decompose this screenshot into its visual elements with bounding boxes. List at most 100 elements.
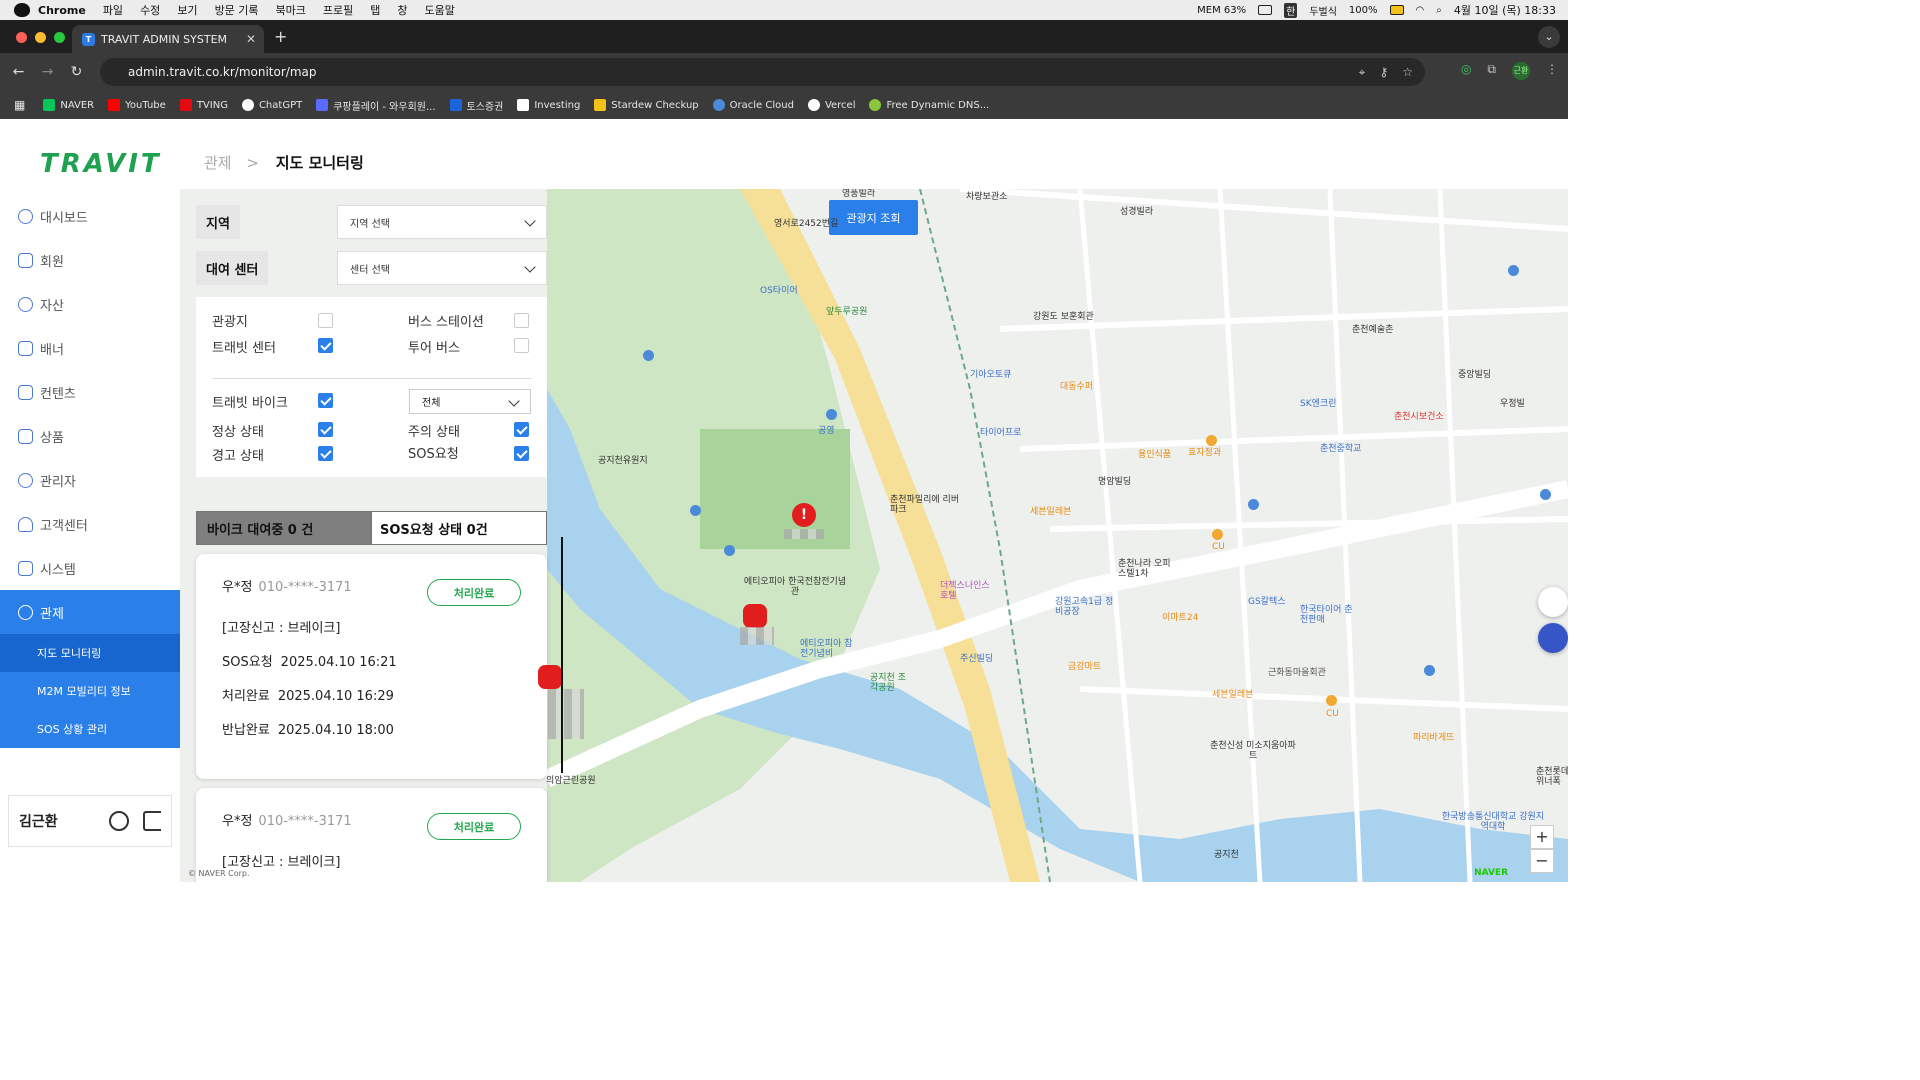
parking-pin-icon[interactable] bbox=[1508, 265, 1519, 276]
browser-tab[interactable]: T TRAVIT ADMIN SYSTEM ✕ bbox=[72, 25, 264, 53]
menu-help[interactable]: 도움말 bbox=[425, 2, 455, 18]
bookmark-toss[interactable]: 토스증권 bbox=[449, 98, 503, 113]
sidebar-item-admins[interactable]: 관리자 bbox=[0, 458, 180, 502]
checkbox-normal[interactable] bbox=[318, 422, 333, 437]
checkbox-travit-center[interactable] bbox=[318, 338, 333, 353]
checkbox-sos[interactable] bbox=[514, 446, 529, 461]
sidebar-item-control[interactable]: 관제 bbox=[0, 590, 180, 634]
sidebar-item-system[interactable]: 시스템 bbox=[0, 546, 180, 590]
menu-view[interactable]: 보기 bbox=[177, 2, 197, 18]
center-select[interactable]: 센터 선택 bbox=[337, 251, 547, 285]
zoom-in-button[interactable]: + bbox=[1530, 825, 1554, 849]
breadcrumb-parent[interactable]: 관제 bbox=[204, 154, 232, 172]
menu-file[interactable]: 파일 bbox=[103, 2, 123, 18]
store-pin-icon[interactable] bbox=[1326, 695, 1337, 706]
menu-edit[interactable]: 수정 bbox=[140, 2, 160, 18]
tourist-search-button[interactable]: 관광지 조회 bbox=[829, 200, 918, 235]
url-text[interactable]: admin.travit.co.kr/monitor/map bbox=[128, 65, 316, 79]
tab-close-icon[interactable]: ✕ bbox=[246, 32, 256, 46]
submenu-sos-management[interactable]: SOS 상황 관리 bbox=[0, 710, 180, 748]
bookmark-stardew[interactable]: Stardew Checkup bbox=[594, 99, 699, 111]
puzzle-icon[interactable]: ⧉ bbox=[1487, 62, 1496, 80]
location-icon[interactable]: ⌖ bbox=[1359, 65, 1366, 80]
address-bar[interactable]: admin.travit.co.kr/monitor/map ⌖ ⚷ ☆ bbox=[100, 58, 1425, 86]
sidebar-item-banners[interactable]: 배너 bbox=[0, 326, 180, 370]
reload-icon[interactable]: ↻ bbox=[62, 64, 91, 80]
menu-window[interactable]: 창 bbox=[397, 2, 407, 18]
menu-tab[interactable]: 탭 bbox=[370, 2, 380, 18]
bookmark-youtube[interactable]: YouTube bbox=[108, 99, 166, 111]
close-window-icon[interactable] bbox=[16, 32, 27, 43]
tab-search-icon[interactable]: ⌄ bbox=[1538, 26, 1560, 48]
bookmark-star-icon[interactable]: ☆ bbox=[1402, 65, 1413, 80]
extension-icon[interactable]: ◎ bbox=[1461, 62, 1471, 80]
sidebar-item-members[interactable]: 회원 bbox=[0, 238, 180, 282]
parking-pin-icon[interactable] bbox=[826, 409, 837, 420]
parking-pin-icon[interactable] bbox=[724, 545, 735, 556]
bookmark-tving[interactable]: TVING bbox=[179, 99, 228, 111]
minimize-window-icon[interactable] bbox=[35, 32, 46, 43]
window-icon[interactable] bbox=[1258, 5, 1273, 15]
profile-avatar[interactable]: 근환 bbox=[1512, 62, 1530, 80]
parking-pin-icon[interactable] bbox=[1424, 665, 1435, 676]
menu-history[interactable]: 방문 기록 bbox=[215, 2, 259, 18]
gear-icon[interactable] bbox=[109, 811, 129, 831]
chatbot-icon[interactable] bbox=[1538, 623, 1568, 653]
bike-status-select[interactable]: 전체 bbox=[409, 389, 531, 414]
parking-pin-icon[interactable] bbox=[643, 350, 654, 361]
bookmark-vercel[interactable]: Vercel bbox=[807, 99, 855, 111]
new-tab-icon[interactable]: + bbox=[274, 27, 287, 46]
submenu-map-monitoring[interactable]: 지도 모니터링 bbox=[0, 634, 180, 672]
search-icon[interactable]: ⌕ bbox=[1436, 5, 1442, 16]
sidebar-item-contents[interactable]: 컨텐츠 bbox=[0, 370, 180, 414]
map-view[interactable]: 지역 지역 선택 대여 센터 센터 선택 관광지 버스 스테이션 트래빗 센터 … bbox=[180, 189, 1568, 882]
bookmark-investing[interactable]: Investing bbox=[517, 99, 580, 111]
checkbox-bus-station[interactable] bbox=[514, 313, 529, 328]
ime-indicator[interactable]: 한 bbox=[1284, 2, 1298, 18]
mem-indicator[interactable]: MEM 63% bbox=[1197, 5, 1246, 16]
apple-icon[interactable] bbox=[14, 3, 30, 17]
status-done-button[interactable]: 처리완료 bbox=[427, 813, 521, 840]
map-tool-icon[interactable] bbox=[1538, 587, 1568, 617]
zoom-out-button[interactable]: − bbox=[1530, 849, 1554, 873]
bookmark-coupangplay[interactable]: 쿠팡플레이 - 와우회원... bbox=[316, 98, 436, 113]
bookmark-oracle[interactable]: Oracle Cloud bbox=[712, 99, 794, 111]
parking-pin-icon[interactable] bbox=[690, 505, 701, 516]
key-icon[interactable]: ⚷ bbox=[1379, 65, 1388, 80]
back-icon[interactable]: ← bbox=[4, 64, 33, 80]
sos-alert-icon[interactable]: ! bbox=[792, 503, 816, 527]
checkbox-tour-bus[interactable] bbox=[514, 338, 529, 353]
bookmark-chatgpt[interactable]: ChatGPT bbox=[241, 99, 302, 111]
travit-logo[interactable]: TRAVIT bbox=[40, 149, 162, 179]
status-done-button[interactable]: 처리완료 bbox=[427, 579, 521, 606]
checkbox-travit-bike[interactable] bbox=[318, 393, 333, 408]
logout-icon[interactable] bbox=[143, 811, 161, 831]
store-pin-icon[interactable] bbox=[1206, 435, 1217, 446]
submenu-m2m-mobility[interactable]: M2M 모빌리티 정보 bbox=[0, 672, 180, 710]
bookmark-dns[interactable]: Free Dynamic DNS... bbox=[869, 99, 989, 111]
bike-sos-marker-icon[interactable] bbox=[743, 604, 767, 628]
sidebar-item-support[interactable]: 고객센터 bbox=[0, 502, 180, 546]
store-pin-icon[interactable] bbox=[1212, 529, 1223, 540]
forward-icon[interactable]: → bbox=[33, 64, 62, 80]
zoom-window-icon[interactable] bbox=[54, 32, 65, 43]
region-select[interactable]: 지역 선택 bbox=[337, 205, 547, 239]
tab-renting-count[interactable]: 바이크 대여중 0 건 bbox=[196, 511, 371, 545]
checkbox-tourist[interactable] bbox=[318, 313, 333, 328]
tab-sos-count[interactable]: SOS요청 상태 0건 bbox=[371, 511, 547, 545]
more-menu-icon[interactable]: ⋮ bbox=[1546, 62, 1558, 80]
ime-label[interactable]: 두벌식 bbox=[1309, 3, 1337, 18]
bike-station-pin-icon[interactable] bbox=[1540, 489, 1551, 500]
menu-profile[interactable]: 프로필 bbox=[323, 2, 353, 18]
place-pin-icon[interactable] bbox=[1248, 499, 1259, 510]
sidebar-item-dashboard[interactable]: 대시보드 bbox=[0, 194, 180, 238]
sidebar-item-products[interactable]: 상품 bbox=[0, 414, 180, 458]
checkbox-caution[interactable] bbox=[514, 422, 529, 437]
sos-card[interactable]: 우*정 010-****-3171 처리완료 [고장신고 : 브레이크] SOS요… bbox=[196, 554, 547, 779]
wifi-icon[interactable]: ◠ bbox=[1416, 5, 1425, 16]
battery-percent[interactable]: 100% bbox=[1349, 5, 1378, 16]
bike-sos-marker-icon[interactable] bbox=[538, 665, 562, 689]
sos-card[interactable]: 우*정 010-****-3171 처리완료 [고장신고 : 브레이크] bbox=[196, 788, 547, 882]
battery-icon[interactable] bbox=[1389, 5, 1404, 15]
clock[interactable]: 4월 10일 (목) 18:33 bbox=[1454, 2, 1556, 18]
